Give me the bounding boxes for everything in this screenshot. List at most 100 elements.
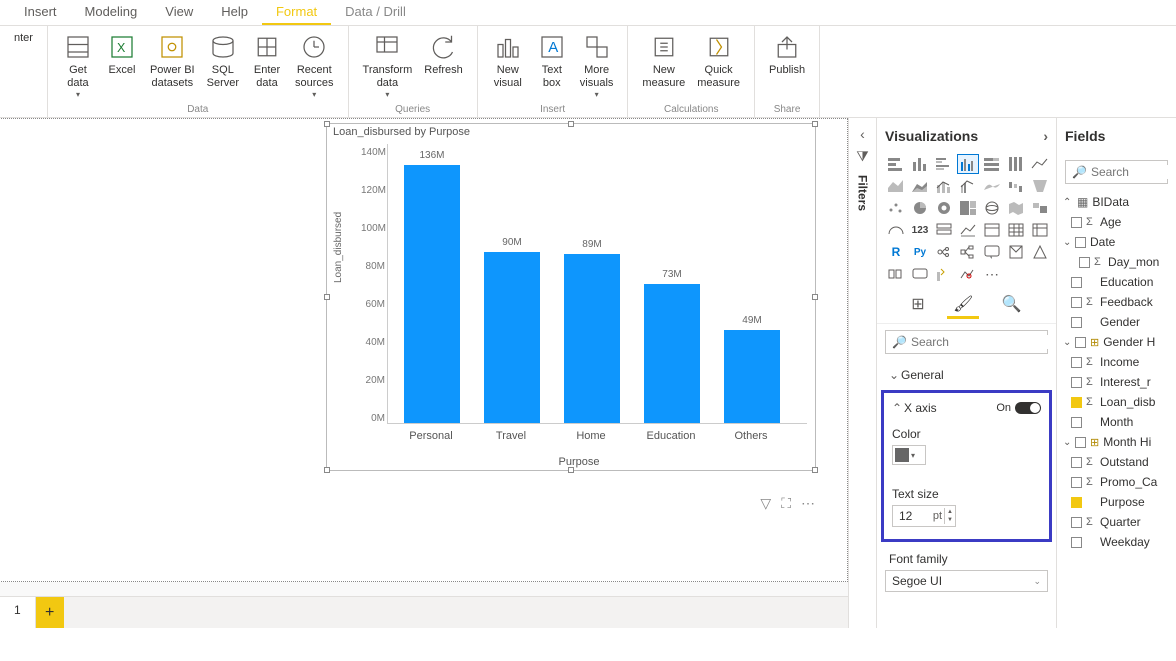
field-item[interactable]: ΣIncome [1057,352,1176,372]
viz-card-icon[interactable]: 123 [909,220,931,240]
new-measure-button[interactable]: New measure [636,30,691,92]
transform-data-button[interactable]: Transform data▾ [357,30,419,101]
viz-power-automate-icon[interactable] [909,264,931,284]
tab-format[interactable]: Format [262,0,331,25]
resize-handle[interactable] [812,467,818,473]
resize-handle[interactable] [812,294,818,300]
viz-stacked-column-icon[interactable] [909,154,931,174]
field-item[interactable]: ΣQuarter [1057,512,1176,532]
field-item[interactable]: Gender [1057,312,1176,332]
viz-scatter-icon[interactable] [885,198,907,218]
bar-travel[interactable] [484,252,540,423]
tab-view[interactable]: View [151,0,207,25]
viz-clustered-bar-icon[interactable] [933,154,955,174]
resize-handle[interactable] [324,294,330,300]
viz-table-icon[interactable] [1005,220,1027,240]
fields-well-tab[interactable]: ⊞ [905,292,930,319]
viz-smart-narrative-icon[interactable] [933,264,955,284]
viz-key-influencers-icon[interactable] [933,242,955,262]
format-search-input[interactable] [911,335,1066,349]
format-tab[interactable]: 🖌 [947,292,979,319]
viz-qa-icon[interactable] [981,242,1003,262]
field-item[interactable]: ΣAge [1057,212,1176,232]
field-item[interactable]: Weekday [1057,532,1176,552]
add-page-button[interactable]: + [36,597,64,628]
bar-personal[interactable] [404,165,460,423]
recent-sources-button[interactable]: Recent sources▾ [289,30,340,101]
viz-100-stacked-column-icon[interactable] [1005,154,1027,174]
font-family-combo[interactable]: Segoe UI⌄ [885,570,1048,592]
xaxis-color-picker[interactable]: ▾ [892,445,926,465]
field-item[interactable]: ΣInterest_r [1057,372,1176,392]
resize-handle[interactable] [812,121,818,127]
field-item[interactable]: ⌄Date [1057,232,1176,252]
more-options-icon[interactable]: ⋯ [801,495,815,512]
tab-modeling[interactable]: Modeling [71,0,152,25]
viz-slicer-icon[interactable] [981,220,1003,240]
bar-others[interactable] [724,330,780,423]
viz-donut-icon[interactable] [933,198,955,218]
refresh-button[interactable]: Refresh [418,30,469,79]
viz-area-icon[interactable] [885,176,907,196]
viz-funnel-icon[interactable] [1029,176,1051,196]
powerbi-datasets-button[interactable]: Power BI datasets [144,30,201,92]
viz-decomp-tree-icon[interactable] [957,242,979,262]
viz-gauge-icon[interactable] [885,220,907,240]
viz-r-icon[interactable]: R [885,242,907,262]
viz-paginated-icon[interactable] [1005,242,1027,262]
table-bidata[interactable]: ⌃ ▦ BIData [1057,192,1176,212]
bar-home[interactable] [564,254,620,423]
viz-matrix-icon[interactable] [1029,220,1051,240]
viz-arcgis-icon[interactable] [1029,242,1051,262]
viz-kpi-icon[interactable] [957,220,979,240]
enter-data-button[interactable]: Enter data [245,30,289,92]
viz-multi-row-card-icon[interactable] [933,220,955,240]
excel-button[interactable]: XExcel [100,30,144,79]
fields-search-input[interactable] [1091,165,1176,179]
viz-ribbon-icon[interactable] [981,176,1003,196]
get-data-button[interactable]: Get data▾ [56,30,100,101]
viz-power-apps-icon[interactable] [885,264,907,284]
viz-filled-map-icon[interactable] [1005,198,1027,218]
expand-filters-icon[interactable]: ‹ [860,126,865,142]
field-item[interactable]: ΣDay_mon [1057,252,1176,272]
viz-treemap-icon[interactable] [957,198,979,218]
xaxis-toggle[interactable]: On [996,402,1041,414]
viz-100-stacked-bar-icon[interactable] [981,154,1003,174]
field-item[interactable]: Month [1057,412,1176,432]
viz-line-stacked-column-icon[interactable] [933,176,955,196]
sql-server-button[interactable]: SQL Server [201,30,245,92]
resize-handle[interactable] [324,467,330,473]
field-item[interactable]: ⌄⊞Gender H [1057,332,1176,352]
more-visuals-button[interactable]: More visuals▾ [574,30,620,101]
quick-measure-button[interactable]: Quick measure [691,30,746,92]
field-item[interactable]: ΣPromo_Ca [1057,472,1176,492]
viz-shape-map-icon[interactable] [1029,198,1051,218]
field-item[interactable]: ⌄⊞Month Hi [1057,432,1176,452]
viz-anomaly-icon[interactable] [957,264,979,284]
xaxis-textsize-input[interactable]: 12 pt ▲▼ [892,505,956,527]
viz-waterfall-icon[interactable] [1005,176,1027,196]
fields-search[interactable]: 🔎 [1065,160,1168,184]
resize-handle[interactable] [324,121,330,127]
viz-more-icon[interactable]: ⋯ [981,264,1003,284]
analytics-tab[interactable]: 🔍 [996,292,1028,319]
field-item[interactable]: Purpose [1057,492,1176,512]
bar-chart-visual[interactable]: Loan_disbursed by Purpose Loan_disbursed… [326,123,816,471]
filters-label[interactable]: Filters [856,175,870,211]
resize-handle[interactable] [568,121,574,127]
filter-icon[interactable]: ▽ [760,495,771,512]
viz-pie-icon[interactable] [909,198,931,218]
viz-stacked-bar-icon[interactable] [885,154,907,174]
format-search[interactable]: 🔎 [885,330,1048,354]
section-xaxis[interactable]: ⌃ X axis On [892,397,1041,419]
tab-insert[interactable]: Insert [10,0,71,25]
focus-mode-icon[interactable]: ⛶ [781,495,791,512]
field-item[interactable]: ΣOutstand [1057,452,1176,472]
expand-viz-icon[interactable]: › [1043,128,1048,144]
viz-stacked-area-icon[interactable] [909,176,931,196]
field-item[interactable]: ΣFeedback [1057,292,1176,312]
text-box-button[interactable]: AText box [530,30,574,92]
section-general[interactable]: ⌄ General [885,360,1048,390]
field-item[interactable]: ΣLoan_disb [1057,392,1176,412]
